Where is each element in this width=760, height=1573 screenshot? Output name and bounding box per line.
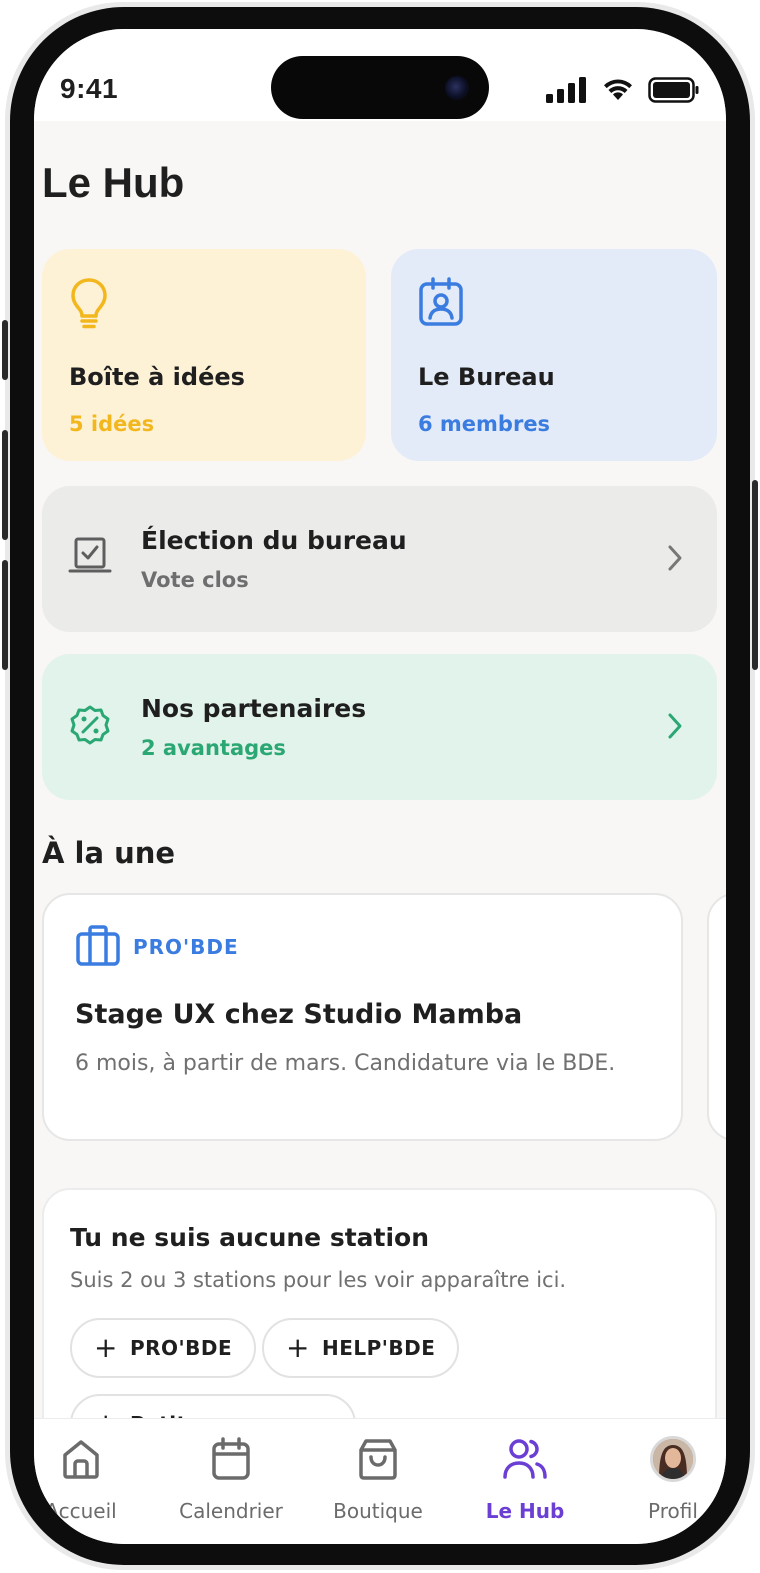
stations-title: Tu ne suis aucune station (70, 1223, 430, 1252)
camera-lens (445, 76, 469, 100)
bureau-members-count: 6 membres (418, 412, 551, 436)
tab-profil[interactable]: Profil (603, 1435, 726, 1523)
wifi-icon (604, 79, 632, 100)
tab-label: Calendrier (179, 1499, 283, 1523)
election-title: Élection du bureau (141, 526, 407, 555)
featured-title: Stage UX chez Studio Mamba (75, 999, 523, 1030)
tab-calendrier[interactable]: Calendrier (161, 1435, 301, 1523)
side-button (752, 480, 758, 670)
side-button (2, 430, 8, 540)
ballot-box-icon (68, 536, 112, 580)
tab-accueil[interactable]: Accueil (34, 1435, 151, 1523)
ideas-count: 5 idées (69, 412, 155, 436)
page-title: Le Hub (42, 159, 185, 206)
bureau-tile[interactable]: Le Bureau 6 membres (391, 249, 717, 461)
follow-station-chip[interactable]: + PRO'BDE (70, 1318, 257, 1378)
partners-advantages-count: 2 avantages (141, 736, 286, 760)
briefcase-icon (75, 925, 121, 971)
chip-label: HELP'BDE (321, 1336, 436, 1360)
id-badge-icon (418, 277, 464, 331)
side-button (2, 320, 8, 380)
battery-icon (648, 77, 699, 103)
election-row[interactable]: Élection du bureau Vote clos (42, 486, 717, 632)
chip-label: PRO'BDE (129, 1336, 233, 1360)
follow-station-chip[interactable]: + HELP'BDE (262, 1318, 460, 1378)
status-icons (546, 77, 700, 103)
partners-row[interactable]: Nos partenaires 2 avantages (42, 654, 717, 800)
home-icon (34, 1435, 151, 1483)
ideas-box-title: Boîte à idées (69, 363, 245, 391)
status-bar: 9:41 (34, 29, 726, 121)
election-status: Vote clos (141, 568, 249, 592)
avatar (650, 1436, 696, 1482)
discount-badge-icon (68, 704, 112, 752)
plus-icon: + (286, 1331, 310, 1364)
hub-content: Le Hub Boîte à idées 5 idées Le Bureau 6… (34, 121, 726, 1544)
featured-description: 6 mois, à partir de mars. Candidature vi… (75, 1051, 616, 1076)
tab-label: Le Hub (485, 1499, 565, 1523)
dynamic-island (271, 56, 489, 119)
tab-label: Profil (648, 1499, 698, 1523)
tab-le-hub[interactable]: Le Hub (455, 1435, 595, 1523)
lightbulb-icon (69, 277, 109, 333)
section-title-une: À la une (42, 836, 176, 870)
ideas-box-tile[interactable]: Boîte à idées 5 idées (42, 249, 366, 461)
screen: 9:41 Le Hub Boîte à idées 5 idées Le Bur… (34, 29, 726, 1544)
side-button (2, 560, 8, 670)
shopping-bag-icon (308, 1435, 448, 1483)
chevron-right-icon (668, 713, 682, 739)
calendar-icon (161, 1435, 301, 1483)
cellular-signal-icon (546, 77, 586, 103)
featured-card[interactable]: PRO'BDE Stage UX chez Studio Mamba 6 moi… (42, 893, 683, 1141)
stations-subtitle: Suis 2 ou 3 stations pour les voir appar… (70, 1268, 567, 1292)
featured-category: PRO'BDE (133, 935, 239, 959)
tab-label: Accueil (45, 1499, 117, 1523)
next-featured-card[interactable]: ≡ V s (707, 893, 726, 1141)
chevron-right-icon (668, 545, 682, 571)
plus-icon: + (94, 1331, 118, 1364)
users-icon (455, 1435, 595, 1483)
tab-label: Boutique (333, 1499, 423, 1523)
tab-boutique[interactable]: Boutique (308, 1435, 448, 1523)
bureau-title: Le Bureau (418, 363, 555, 391)
tab-bar: Accueil Calendrier Boutique Le Hub Profi… (34, 1418, 726, 1544)
partners-title: Nos partenaires (141, 694, 367, 723)
status-time: 9:41 (60, 73, 119, 104)
